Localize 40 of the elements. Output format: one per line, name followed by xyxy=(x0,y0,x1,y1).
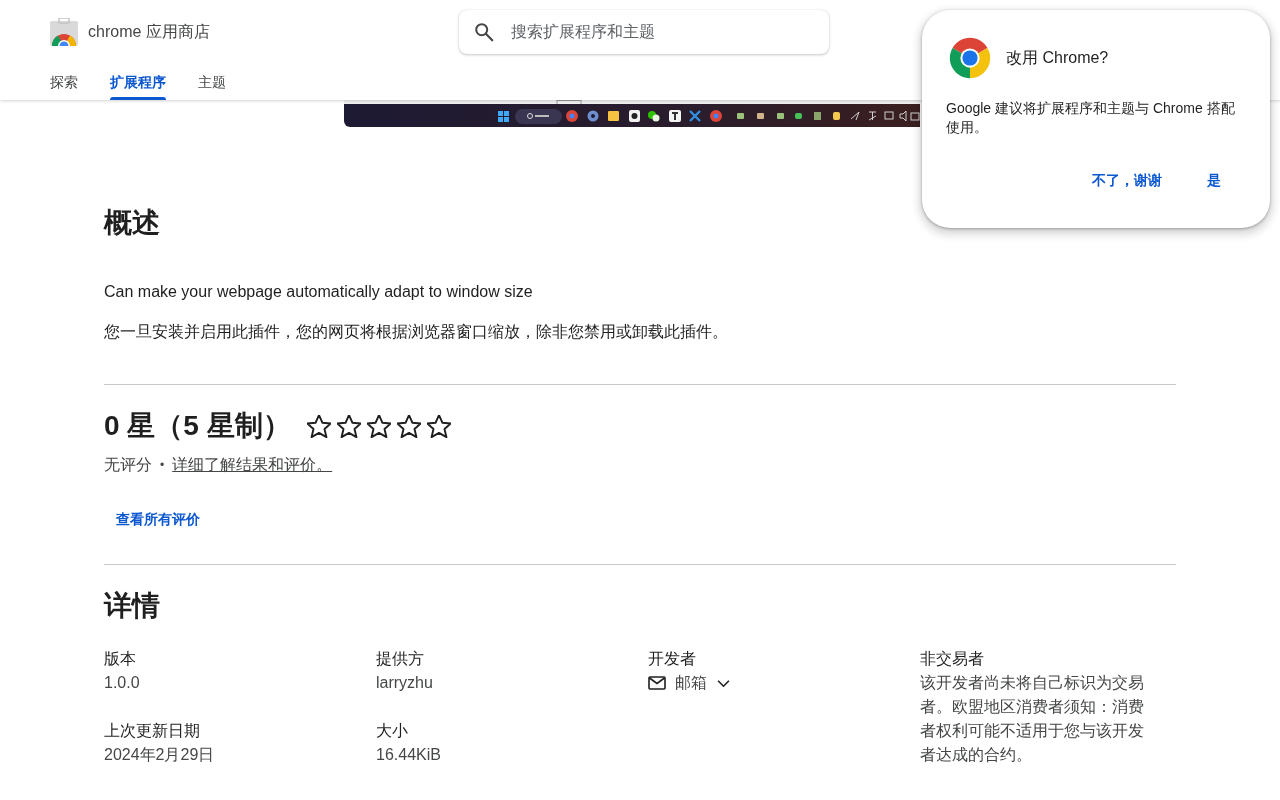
description-text: 您一旦安装并启用此插件，您的网页将根据浏览器窗口缩放，除非您禁用或卸载此插件。 xyxy=(104,322,729,342)
store-title[interactable]: chrome 应用商店 xyxy=(88,21,210,43)
nav-tab[interactable]: 主题 xyxy=(198,64,226,100)
browser-logo-icon xyxy=(948,36,992,80)
star-icon xyxy=(306,414,331,438)
rating-summary: 无评分 xyxy=(104,455,152,475)
star-icon xyxy=(366,414,391,438)
detail-value: larryzhu xyxy=(376,673,434,693)
all-reviews-button[interactable]: 查看所有评价 xyxy=(104,500,212,540)
chevron-down-icon xyxy=(716,678,731,688)
detail-value: 该开发者尚未将自己标识为交易者。欧盟地区消费者须知：消费者权利可能不适用于您与该开发者达成的合约。 xyxy=(920,673,1145,765)
popup-title: 改用 Chrome? xyxy=(1006,48,1109,68)
store-bag-icon[interactable] xyxy=(49,18,79,46)
detail-label: 提供方 xyxy=(376,649,425,669)
envelope-icon xyxy=(648,676,666,690)
star-icon xyxy=(426,414,451,438)
section-heading: 详情 xyxy=(104,589,161,623)
detail-value: 16.44KiB xyxy=(376,745,442,765)
popup-button[interactable]: 是 xyxy=(1195,162,1233,198)
star-icon xyxy=(396,414,421,438)
nav-tab[interactable]: 探索 xyxy=(50,64,78,100)
description-text: Can make your webpage automatically adapt to window size xyxy=(104,282,534,302)
search-field[interactable]: 搜索扩展程序和主题 xyxy=(459,10,829,54)
popup-message: Google 建议将扩展程序和主题与 Chrome 搭配使用。 xyxy=(946,99,1236,137)
separator-dot: • xyxy=(160,457,165,474)
section-heading: 概述 xyxy=(104,206,161,240)
popup-button[interactable]: 不了，谢谢 xyxy=(1080,162,1174,198)
detail-label: 版本 xyxy=(104,649,137,669)
detail-label: 开发者 xyxy=(648,649,697,669)
detail-label: 上次更新日期 xyxy=(104,721,201,741)
email-dropdown[interactable]: 邮箱 xyxy=(648,671,731,695)
detail-label: 大小 xyxy=(376,721,409,741)
rating-heading: 0 星（5 星制） xyxy=(104,409,291,443)
learn-more-link[interactable]: 详细了解结果和评价。 xyxy=(172,453,333,477)
nav-tab[interactable]: 扩展程序 xyxy=(110,64,166,100)
star-icon xyxy=(336,414,361,438)
detail-value: 2024年2月29日 xyxy=(104,745,216,765)
search-icon xyxy=(473,21,495,43)
detail-label: 非交易者 xyxy=(920,649,985,669)
detail-value: 1.0.0 xyxy=(104,673,141,693)
